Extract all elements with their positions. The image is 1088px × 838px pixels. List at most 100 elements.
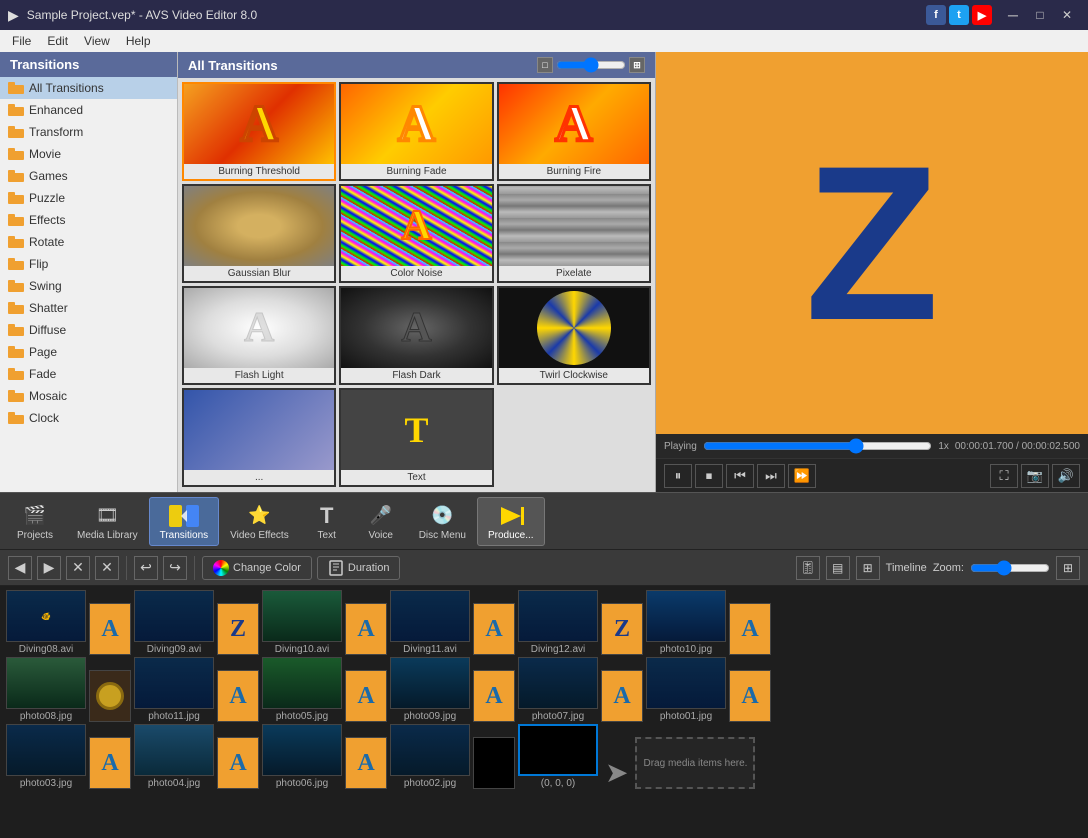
media-item-trans-3[interactable]: A [345, 603, 387, 655]
media-item-photo11[interactable]: photo11.jpg [134, 657, 214, 722]
btn-stop[interactable]: ⏹ [695, 464, 723, 488]
thumb-flash-dark[interactable]: A Flash Dark [339, 286, 493, 385]
grid-size-slider[interactable] [556, 57, 626, 73]
tool-media-library[interactable]: 🎞 Media Library [66, 497, 149, 546]
close-btn-2[interactable]: ✕ [1054, 5, 1080, 25]
menu-help-2[interactable]: Help [118, 32, 159, 50]
media-item-trans-12[interactable]: A [729, 670, 771, 722]
btn-pause[interactable]: ⏸ [664, 464, 692, 488]
menu-edit-2[interactable]: Edit [39, 32, 76, 50]
change-color-btn[interactable]: Change Color [202, 556, 312, 580]
restore-btn-2[interactable]: □ [1027, 5, 1053, 25]
tw-btn[interactable]: t [949, 5, 969, 25]
tool-produce[interactable]: Produce... [477, 497, 545, 546]
media-item-photo05[interactable]: photo05.jpg [262, 657, 342, 722]
tool-projects[interactable]: 🎬 Projects [4, 497, 66, 546]
cancel-action-btn[interactable]: ✕ [66, 556, 90, 580]
thumb-twirl-clockwise[interactable]: Twirl Clockwise [497, 286, 651, 385]
sidebar-movie[interactable]: Movie [0, 143, 177, 165]
btn-snapshot[interactable]: 📷 [1021, 464, 1049, 488]
media-item-trans-14[interactable]: A [217, 737, 259, 789]
media-item-trans-1[interactable]: A [89, 603, 131, 655]
nav-back-btn[interactable]: ◀ [8, 556, 32, 580]
sidebar-clock[interactable]: Clock [0, 407, 177, 429]
timeline-label[interactable]: Timeline [886, 562, 927, 574]
expand-timeline-btn[interactable]: ⊞ [1056, 556, 1080, 580]
sidebar-rotate[interactable]: Rotate [0, 231, 177, 253]
media-item-trans-7[interactable] [89, 670, 131, 722]
minimize-btn-2[interactable]: ─ [1000, 5, 1026, 25]
btn-prev[interactable]: ⏮ [726, 464, 754, 488]
media-item-photo03[interactable]: photo03.jpg [6, 724, 86, 789]
sidebar-shatter[interactable]: Shatter [0, 297, 177, 319]
sidebar-enhanced[interactable]: Enhanced [0, 99, 177, 121]
media-item-photo06[interactable]: photo06.jpg [262, 724, 342, 789]
sidebar-games[interactable]: Games [0, 165, 177, 187]
media-item-photo08[interactable]: photo08.jpg [6, 657, 86, 722]
zoom-slider[interactable] [970, 560, 1050, 576]
view-mode-btn[interactable]: ▤ [826, 556, 850, 580]
media-item-photo01[interactable]: photo01.jpg [646, 657, 726, 722]
media-item-diving10[interactable]: Diving10.avi [262, 590, 342, 655]
grid-large-btn[interactable]: ⊞ [629, 57, 645, 73]
undo-btn[interactable]: ↩ [134, 556, 158, 580]
media-item-trans-13[interactable]: A [89, 737, 131, 789]
menu-view-2[interactable]: View [76, 32, 118, 50]
grid-small-btn[interactable]: □ [537, 57, 553, 73]
tool-disc-menu[interactable]: 💿 Disc Menu [408, 497, 477, 546]
sidebar-page[interactable]: Page [0, 341, 177, 363]
sidebar-effects[interactable]: Effects [0, 209, 177, 231]
redo-btn[interactable]: ↪ [163, 556, 187, 580]
media-item-trans-11[interactable]: A [601, 670, 643, 722]
sidebar-all-transitions[interactable]: All Transitions [0, 77, 177, 99]
thumb-burning-fade[interactable]: A Burning Fade [339, 82, 493, 181]
tool-text[interactable]: T Text [300, 497, 354, 546]
nav-fwd-btn[interactable]: ▶ [37, 556, 61, 580]
audio-mixer-btn[interactable]: 🎚 [796, 556, 820, 580]
btn-ff[interactable]: ⏩ [788, 464, 816, 488]
media-item-trans-5[interactable]: Z [601, 603, 643, 655]
view-storyboard-btn[interactable]: ⊞ [856, 556, 880, 580]
tool-transitions[interactable]: Transitions [149, 497, 220, 546]
media-item-photo02[interactable]: photo02.jpg [390, 724, 470, 789]
media-item-trans-2[interactable]: Z [217, 603, 259, 655]
media-item-trans-8[interactable]: A [217, 670, 259, 722]
tool-voice[interactable]: 🎤 Voice [354, 497, 408, 546]
media-item-trans-9[interactable]: A [345, 670, 387, 722]
media-item-trans-6[interactable]: A [729, 603, 771, 655]
sidebar-diffuse[interactable]: Diffuse [0, 319, 177, 341]
media-item-trans-15[interactable]: A [345, 737, 387, 789]
media-item-black[interactable] [473, 737, 515, 789]
sidebar-transform[interactable]: Transform [0, 121, 177, 143]
media-item-trans-10[interactable]: A [473, 670, 515, 722]
duration-btn[interactable]: Duration [317, 556, 401, 580]
sidebar-flip[interactable]: Flip [0, 253, 177, 275]
tool-video-effects[interactable]: ⭐ Video Effects [219, 497, 300, 546]
sidebar-mosaic[interactable]: Mosaic [0, 385, 177, 407]
thumb-gaussian-blur[interactable]: Gaussian Blur [182, 184, 336, 283]
btn-volume[interactable]: 🔊 [1052, 464, 1080, 488]
btn-fullscreen[interactable]: ⛶ [990, 464, 1018, 488]
yt-btn[interactable]: ▶ [972, 5, 992, 25]
media-item-trans-4[interactable]: A [473, 603, 515, 655]
media-item-diving09[interactable]: Diving09.avi [134, 590, 214, 655]
sidebar-fade[interactable]: Fade [0, 363, 177, 385]
media-item-photo09[interactable]: photo09.jpg [390, 657, 470, 722]
media-item-diving12[interactable]: Diving12.avi [518, 590, 598, 655]
thumb-extra-1[interactable]: ... [182, 388, 336, 487]
sidebar-puzzle[interactable]: Puzzle [0, 187, 177, 209]
thumb-color-noise[interactable]: A Color Noise [339, 184, 493, 283]
thumb-text[interactable]: T Text [339, 388, 493, 487]
media-item-diving08[interactable]: 🐠 Diving08.avi [6, 590, 86, 655]
media-item-photo04[interactable]: photo04.jpg [134, 724, 214, 789]
thumb-flash-light[interactable]: A Flash Light [182, 286, 336, 385]
menu-file-2[interactable]: File [4, 32, 39, 50]
thumb-burning-fire[interactable]: A Burning Fire [497, 82, 651, 181]
media-item-photo07[interactable]: photo07.jpg [518, 657, 598, 722]
btn-next[interactable]: ⏭ [757, 464, 785, 488]
sidebar-swing[interactable]: Swing [0, 275, 177, 297]
video-progress-slider[interactable] [703, 438, 933, 454]
media-item-photo10[interactable]: photo10.jpg [646, 590, 726, 655]
media-item-diving11[interactable]: Diving11.avi [390, 590, 470, 655]
fb-btn[interactable]: f [926, 5, 946, 25]
